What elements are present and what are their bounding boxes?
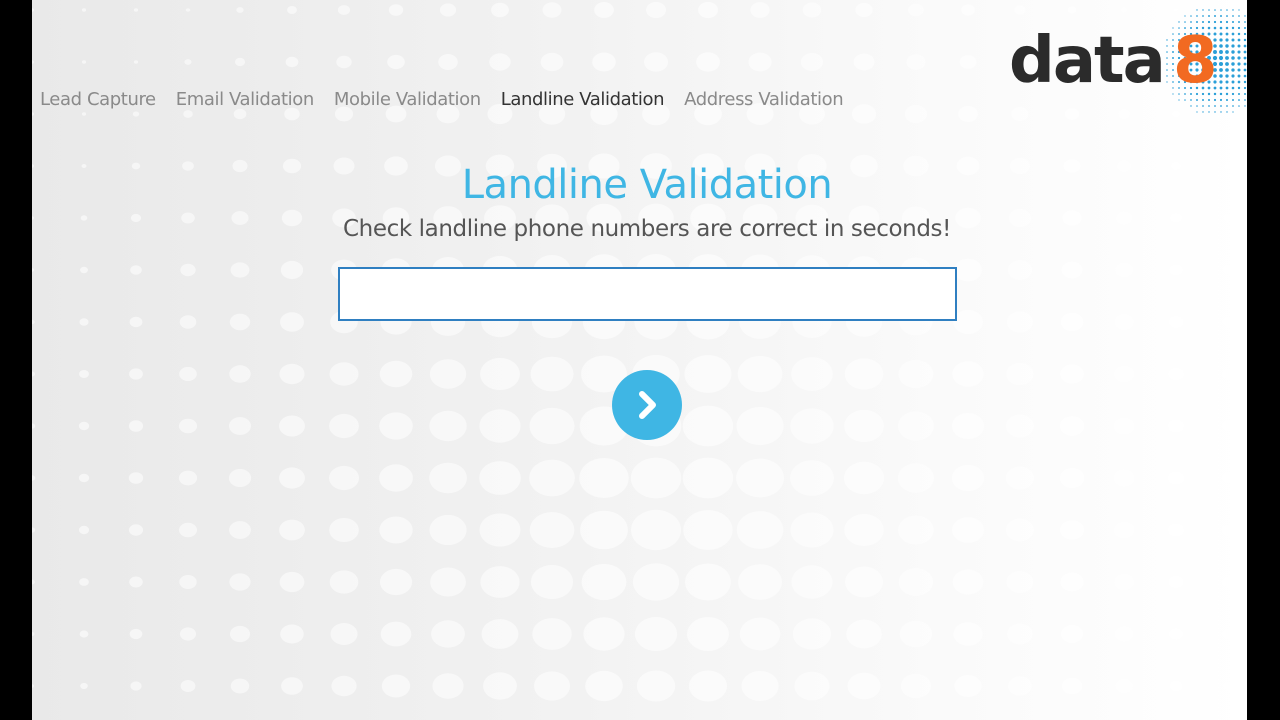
- nav-item-email-validation[interactable]: Email Validation: [176, 89, 315, 110]
- nav-item-address-validation[interactable]: Address Validation: [684, 89, 843, 110]
- landline-number-input[interactable]: [338, 267, 957, 321]
- nav-item-lead-capture[interactable]: Lead Capture: [40, 89, 156, 110]
- main-nav: Lead Capture Email Validation Mobile Val…: [40, 89, 863, 110]
- submit-button[interactable]: [612, 370, 682, 440]
- svg-text:8: 8: [1173, 24, 1218, 98]
- page-subtitle: Check landline phone numbers are correct…: [343, 216, 951, 242]
- app-window: Lead Capture Email Validation Mobile Val…: [32, 0, 1247, 720]
- nav-item-landline-validation[interactable]: Landline Validation: [501, 89, 665, 110]
- svg-text:data: data: [1009, 24, 1164, 98]
- nav-item-mobile-validation[interactable]: Mobile Validation: [334, 89, 481, 110]
- page-title: Landline Validation: [461, 162, 833, 208]
- data8-logo: data 8: [1009, 9, 1247, 113]
- chevron-right-icon: [639, 391, 656, 419]
